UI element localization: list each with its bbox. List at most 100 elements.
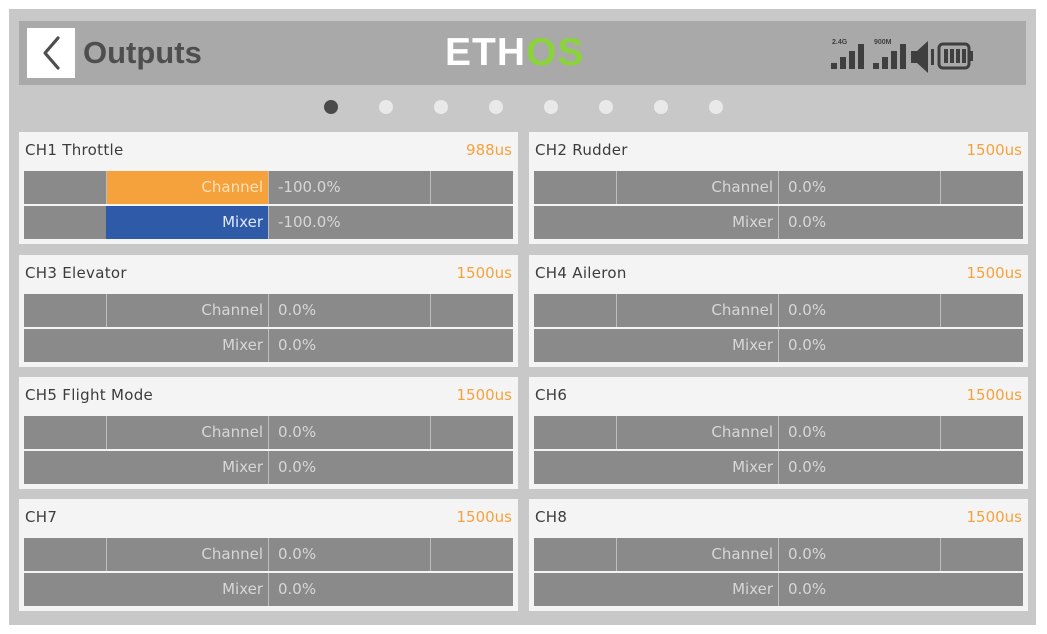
divider — [778, 206, 779, 239]
channel-bars: Channel 0.0% Mixer 0.0% — [24, 294, 513, 362]
channel-bar-label: Channel — [711, 423, 773, 441]
ethos-logo: ETHOS — [445, 33, 584, 73]
channel-name: CH4 Aileron — [535, 264, 627, 282]
channel-bar-row: Channel 0.0% — [534, 171, 1023, 204]
channel-panel-ch1[interactable]: CH1 Throttle 988us Channel -100.0% Mixer… — [19, 132, 518, 244]
channel-output-value: 988us — [466, 141, 512, 159]
channel-bar-value: 0.0% — [278, 301, 317, 319]
channel-name: CH6 — [535, 386, 568, 404]
divider — [778, 294, 779, 327]
mixer-bar-label: Mixer — [222, 458, 263, 476]
divider — [268, 573, 269, 606]
channel-bar-label: Channel — [201, 178, 263, 196]
divider — [268, 294, 269, 327]
channel-output-value: 1500us — [966, 386, 1023, 404]
channel-bars: Channel 0.0% Mixer 0.0% — [24, 538, 513, 606]
divider — [268, 538, 269, 571]
page-dot[interactable] — [489, 100, 503, 114]
channel-panel-ch5[interactable]: CH5 Flight Mode 1500us Channel 0.0% Mixe… — [19, 377, 518, 489]
volume-icon — [911, 41, 934, 73]
channel-bar-value: 0.0% — [788, 545, 827, 563]
mixer-bar-label: Mixer — [732, 458, 773, 476]
page-dot[interactable] — [544, 100, 558, 114]
channel-panel-ch2[interactable]: CH2 Rudder 1500us Channel 0.0% Mixer 0.0… — [529, 132, 1028, 244]
page-title: Outputs — [83, 35, 202, 70]
divider — [268, 329, 269, 362]
channel-name: CH1 Throttle — [25, 141, 124, 159]
mixer-bar-value: 0.0% — [788, 458, 827, 476]
channel-bar-row: Channel -100.0% — [24, 171, 513, 204]
channel-output-value: 1500us — [456, 508, 513, 526]
divider — [778, 451, 779, 484]
page-dot[interactable] — [709, 100, 723, 114]
divider — [778, 171, 779, 204]
divider — [430, 416, 431, 449]
back-button[interactable] — [27, 28, 75, 78]
page-dot[interactable] — [654, 100, 668, 114]
mixer-bar-label: Mixer — [222, 213, 263, 231]
mixer-bar-value: 0.0% — [788, 336, 827, 354]
channel-panel-ch4[interactable]: CH4 Aileron 1500us Channel 0.0% Mixer 0.… — [529, 255, 1028, 367]
divider — [430, 538, 431, 571]
page-dot[interactable] — [434, 100, 448, 114]
divider — [940, 538, 941, 571]
channel-output-value: 1500us — [966, 264, 1023, 282]
channel-bar-label: Channel — [201, 545, 263, 563]
mixer-bar-row: Mixer 0.0% — [534, 573, 1023, 606]
channel-name: CH3 Elevator — [25, 264, 127, 282]
channel-bar-row: Channel 0.0% — [24, 416, 513, 449]
mixer-bar-label: Mixer — [222, 336, 263, 354]
channel-name: CH7 — [25, 508, 58, 526]
channel-bar-row: Channel 0.0% — [24, 294, 513, 327]
channel-bars: Channel 0.0% Mixer 0.0% — [534, 538, 1023, 606]
mixer-bar-value: 0.0% — [278, 336, 317, 354]
channel-bar-row: Channel 0.0% — [534, 294, 1023, 327]
mixer-bar-label: Mixer — [222, 580, 263, 598]
mixer-bar-label: Mixer — [732, 213, 773, 231]
channel-panel-ch8[interactable]: CH8 1500us Channel 0.0% Mixer 0.0% — [529, 499, 1028, 611]
channel-bar-label: Channel — [201, 423, 263, 441]
divider — [940, 416, 941, 449]
outputs-screen: Outputs ETHOS 2.4G 900M CH1 Throttle 988… — [9, 9, 1036, 625]
mixer-bar-row: Mixer 0.0% — [534, 206, 1023, 239]
page-dot[interactable] — [599, 100, 613, 114]
mixer-bar-value: 0.0% — [278, 458, 317, 476]
channel-output-value: 1500us — [456, 264, 513, 282]
header-bar: Outputs ETHOS 2.4G 900M — [19, 21, 1026, 85]
divider — [430, 294, 431, 327]
divider — [430, 171, 431, 204]
mixer-bar-row: Mixer 0.0% — [24, 451, 513, 484]
channel-panel-ch3[interactable]: CH3 Elevator 1500us Channel 0.0% Mixer 0… — [19, 255, 518, 367]
channel-bars: Channel 0.0% Mixer 0.0% — [24, 416, 513, 484]
divider — [268, 171, 269, 204]
mixer-bar-row: Mixer -100.0% — [24, 206, 513, 239]
page-dot[interactable] — [379, 100, 393, 114]
page-dot[interactable] — [324, 100, 338, 114]
divider — [268, 416, 269, 449]
divider — [940, 171, 941, 204]
channel-bars: Channel -100.0% Mixer -100.0% — [24, 171, 513, 239]
channel-panel-ch7[interactable]: CH7 1500us Channel 0.0% Mixer 0.0% — [19, 499, 518, 611]
signal-24g-icon — [831, 44, 864, 69]
channel-panel-ch6[interactable]: CH6 1500us Channel 0.0% Mixer 0.0% — [529, 377, 1028, 489]
divider — [268, 451, 269, 484]
page-indicator — [9, 97, 1036, 117]
status-icons: 2.4G 900M — [831, 39, 973, 73]
channel-bars: Channel 0.0% Mixer 0.0% — [534, 171, 1023, 239]
channel-output-value: 1500us — [966, 508, 1023, 526]
divider — [268, 206, 269, 239]
channel-bars: Channel 0.0% Mixer 0.0% — [534, 416, 1023, 484]
logo-text-green: OS — [526, 31, 585, 74]
channel-bar-value: 0.0% — [278, 545, 317, 563]
channel-bar-row: Channel 0.0% — [534, 538, 1023, 571]
divider — [778, 538, 779, 571]
channel-bar-value: 0.0% — [788, 178, 827, 196]
mixer-bar-value: -100.0% — [278, 213, 341, 231]
mixer-bar-value: 0.0% — [278, 580, 317, 598]
divider — [778, 573, 779, 606]
channel-bars: Channel 0.0% Mixer 0.0% — [534, 294, 1023, 362]
channel-name: CH2 Rudder — [535, 141, 628, 159]
channel-bar-value: 0.0% — [278, 423, 317, 441]
mixer-bar-label: Mixer — [732, 580, 773, 598]
channel-bar-label: Channel — [201, 301, 263, 319]
